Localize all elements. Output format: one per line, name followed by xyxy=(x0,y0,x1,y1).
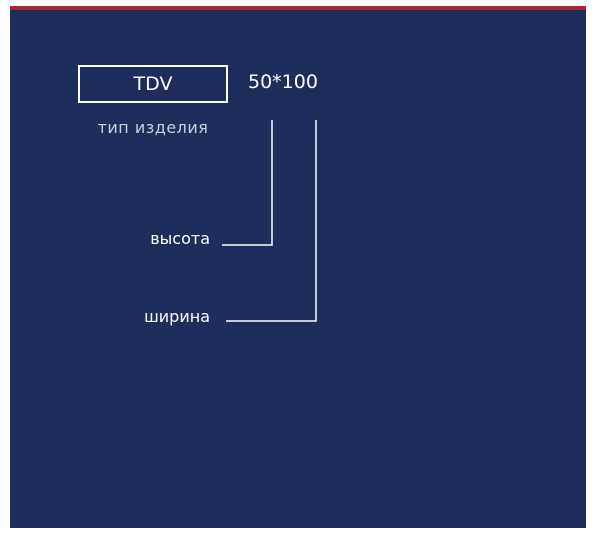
product-type-box: TDV xyxy=(78,65,228,103)
width-label: ширина xyxy=(144,307,210,326)
product-type-code: TDV xyxy=(133,73,173,95)
diagram-frame: TDV 50*100 тип изделия высота ширина xyxy=(0,0,595,538)
product-type-caption: тип изделия xyxy=(97,118,209,137)
height-label: высота xyxy=(150,229,210,248)
size-code: 50*100 xyxy=(248,71,318,93)
